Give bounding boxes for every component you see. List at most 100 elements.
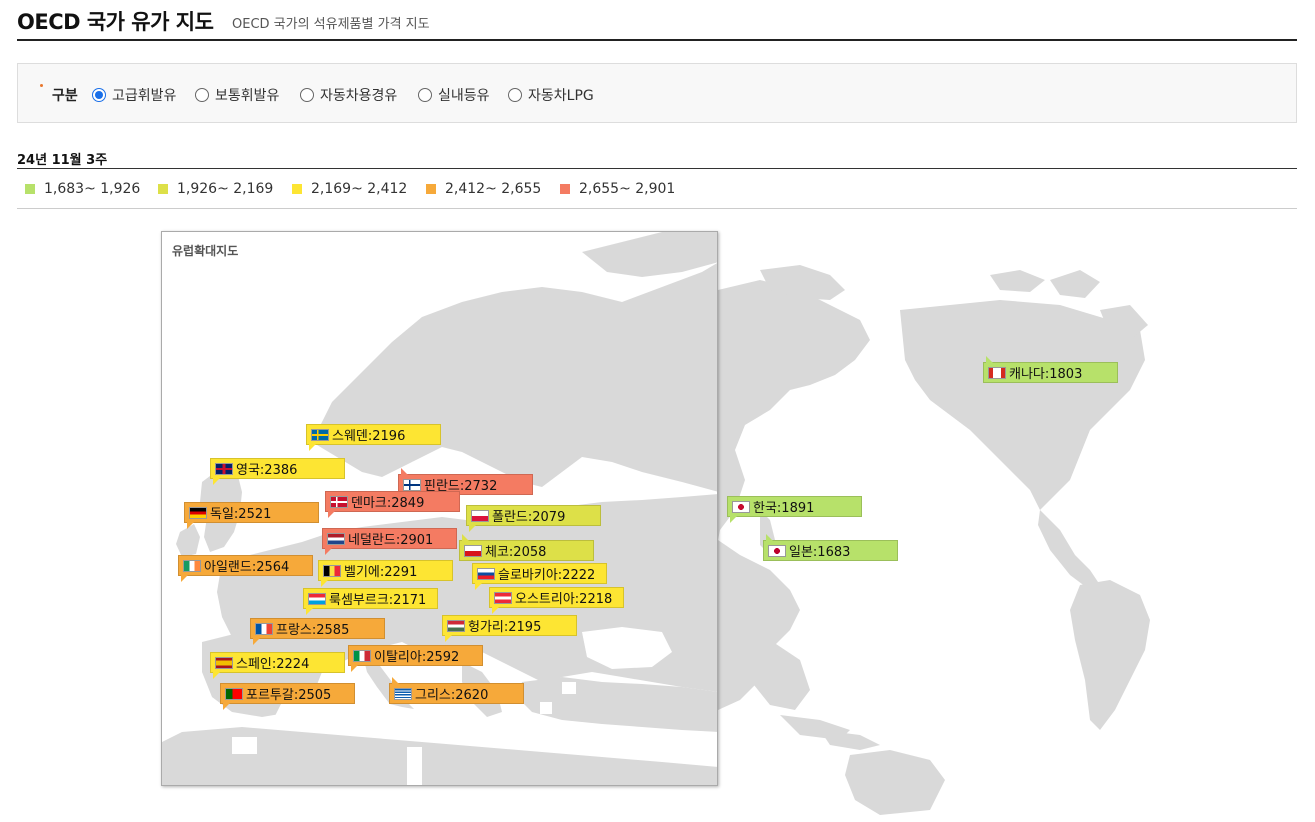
radio-unchecked-icon[interactable] (508, 88, 522, 102)
country-label: 아일랜드:2564 (204, 560, 290, 575)
poland-flag-icon (471, 509, 489, 522)
canada-flag-icon (988, 366, 1006, 379)
country-label: 오스트리아:2218 (515, 592, 613, 607)
luxembourg-flag-icon (308, 592, 326, 605)
radio-checked-icon[interactable] (92, 88, 106, 102)
product-filter: 구분 고급휘발유 보통휘발유 자동차용경유 실내등유 자동차LPG (17, 63, 1297, 123)
hungary-flag-icon (447, 619, 465, 632)
germany-flag-icon (189, 506, 207, 519)
country-tag-netherlands[interactable]: 네덜란드:2901 (322, 528, 457, 555)
radio-premium-gasoline[interactable]: 고급휘발유 (92, 85, 176, 105)
belgium-flag-icon (323, 564, 341, 577)
ireland-flag-icon (183, 559, 201, 572)
country-label: 프랑스:2585 (276, 623, 350, 638)
country-label: 스웨덴:2196 (332, 429, 406, 444)
country-label: 덴마크:2849 (351, 496, 425, 511)
radio-label: 고급휘발유 (112, 88, 177, 104)
europe-map-title: 유럽확대지도 (172, 244, 239, 258)
radio-regular-gasoline[interactable]: 보통휘발유 (195, 85, 279, 105)
japan-flag-icon (768, 544, 786, 557)
legend-label: 1,926~ 2,169 (177, 181, 274, 197)
radio-label: 실내등유 (438, 88, 490, 104)
legend-label: 2,412~ 2,655 (445, 181, 542, 197)
country-tag-austria[interactable]: 오스트리아:2218 (489, 587, 624, 614)
country-label: 룩셈부르크:2171 (329, 593, 427, 608)
legend-label: 2,169~ 2,412 (311, 181, 408, 197)
country-tag-hungary[interactable]: 헝가리:2195 (442, 615, 577, 642)
country-label: 헝가리:2195 (468, 620, 542, 635)
bullet-icon (40, 84, 43, 87)
legend-item: 2,169~ 2,412 (292, 181, 407, 197)
country-label: 캐나다:1803 (1009, 367, 1083, 382)
country-label: 포르투갈:2505 (246, 688, 332, 703)
country-label: 영국:2386 (236, 463, 298, 478)
czech-flag-icon (464, 544, 482, 557)
page-title: OECD 국가 유가 지도 (17, 10, 214, 34)
legend-swatch (426, 184, 436, 194)
country-tag-sweden[interactable]: 스웨덴:2196 (306, 424, 441, 451)
country-tag-korea[interactable]: 한국:1891 (727, 496, 862, 523)
radio-label: 자동차용경유 (320, 88, 398, 104)
austria-flag-icon (494, 591, 512, 604)
radio-kerosene[interactable]: 실내등유 (418, 85, 490, 105)
radio-label: 자동차LPG (528, 88, 594, 104)
france-flag-icon (255, 622, 273, 635)
country-tag-france[interactable]: 프랑스:2585 (250, 618, 385, 645)
legend-label: 2,655~ 2,901 (579, 181, 676, 197)
legend-swatch (560, 184, 570, 194)
country-tag-poland[interactable]: 폴란드:2079 (466, 505, 601, 532)
country-tag-canada[interactable]: 캐나다:1803 (983, 356, 1118, 383)
greece-flag-icon (394, 687, 412, 700)
page-header: OECD 국가 유가 지도 OECD 국가의 석유제품별 가격 지도 (17, 0, 1297, 41)
country-tag-italy[interactable]: 이탈리아:2592 (348, 645, 483, 672)
radio-lpg[interactable]: 자동차LPG (508, 85, 594, 105)
legend-label: 1,683~ 1,926 (44, 181, 141, 197)
country-label: 슬로바키아:2222 (498, 568, 596, 583)
legend-item: 2,412~ 2,655 (426, 181, 541, 197)
country-label: 한국:1891 (753, 501, 815, 516)
radio-unchecked-icon[interactable] (418, 88, 432, 102)
radio-diesel[interactable]: 자동차용경유 (300, 85, 397, 105)
radio-unchecked-icon[interactable] (195, 88, 209, 102)
korea-flag-icon (732, 500, 750, 513)
denmark-flag-icon (330, 495, 348, 508)
legend-item: 1,926~ 2,169 (158, 181, 273, 197)
country-tag-slovakia[interactable]: 슬로바키아:2222 (472, 563, 607, 590)
country-label: 폴란드:2079 (492, 510, 566, 525)
radio-label: 보통휘발유 (215, 88, 280, 104)
country-tag-uk[interactable]: 영국:2386 (210, 458, 345, 485)
country-tag-japan[interactable]: 일본:1683 (763, 534, 898, 561)
country-tag-belgium[interactable]: 벨기에:2291 (318, 560, 453, 587)
price-legend: 1,683~ 1,926 1,926~ 2,169 2,169~ 2,412 2… (17, 168, 1297, 209)
country-tag-greece[interactable]: 그리스:2620 (389, 677, 524, 704)
legend-swatch (158, 184, 168, 194)
sweden-flag-icon (311, 428, 329, 441)
finland-flag-icon (403, 478, 421, 491)
country-tag-portugal[interactable]: 포르투갈:2505 (220, 683, 355, 710)
week-label: 24년 11월 3주 (17, 153, 108, 168)
legend-item: 2,655~ 2,901 (560, 181, 675, 197)
country-tag-germany[interactable]: 독일:2521 (184, 502, 319, 529)
country-label: 일본:1683 (789, 545, 851, 560)
italy-flag-icon (353, 649, 371, 662)
country-tag-luxembourg[interactable]: 룩셈부르크:2171 (303, 588, 438, 615)
radio-unchecked-icon[interactable] (300, 88, 314, 102)
country-label: 벨기에:2291 (344, 565, 418, 580)
spain-flag-icon (215, 656, 233, 669)
country-tag-czech[interactable]: 체코:2058 (459, 534, 594, 561)
country-label: 스페인:2224 (236, 657, 310, 672)
country-label: 독일:2521 (210, 507, 272, 522)
netherlands-flag-icon (327, 532, 345, 545)
slovakia-flag-icon (477, 567, 495, 580)
country-label: 이탈리아:2592 (374, 650, 460, 665)
country-label: 그리스:2620 (415, 688, 489, 703)
legend-item: 1,683~ 1,926 (25, 181, 140, 197)
legend-swatch (292, 184, 302, 194)
legend-swatch (25, 184, 35, 194)
country-tag-spain[interactable]: 스페인:2224 (210, 652, 345, 679)
filter-label: 구분 (52, 88, 78, 104)
country-tag-ireland[interactable]: 아일랜드:2564 (178, 555, 313, 582)
uk-flag-icon (215, 462, 233, 475)
country-tag-denmark[interactable]: 덴마크:2849 (325, 491, 460, 518)
portugal-flag-icon (225, 687, 243, 700)
